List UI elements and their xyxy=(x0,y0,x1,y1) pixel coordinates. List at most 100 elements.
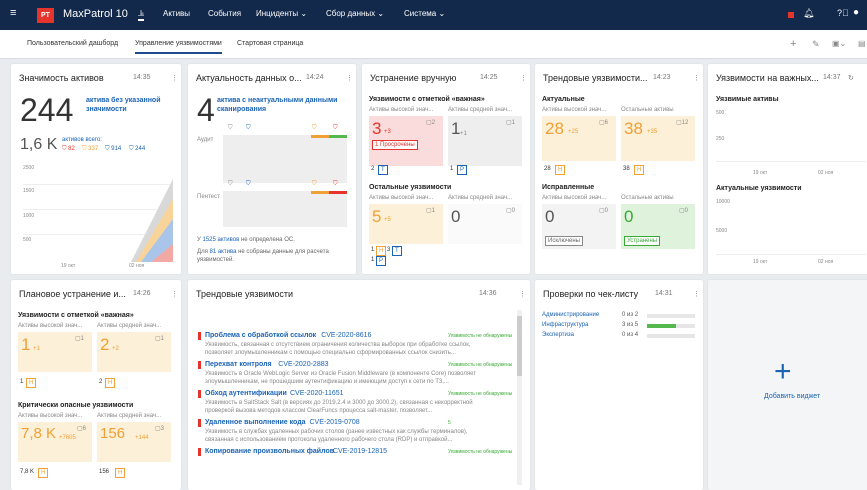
checklist-value: 3 из 5 xyxy=(622,322,639,328)
checklist-row[interactable]: Экспертиза 0 из 4 xyxy=(542,332,697,341)
total-assets: 1,6 K xyxy=(20,136,58,153)
widget-planned-remediation: Плановое устранение и... 14:26 ⋮ Уязвимо… xyxy=(11,280,181,490)
scrollbar[interactable] xyxy=(517,310,522,485)
menu-data-collection[interactable]: Сбор данных ⌄ xyxy=(326,9,384,18)
more-icon[interactable]: ⋮ xyxy=(171,290,178,298)
menu-incidents[interactable]: Инциденты ⌄ xyxy=(256,9,307,18)
vuln-status: Уязвимость не обнаружены xyxy=(448,449,513,455)
vuln-status: 5 xyxy=(448,420,451,426)
vuln-list-item[interactable]: Копирование произвольных файлов CVE-2019-… xyxy=(198,448,513,476)
menu-events[interactable]: События xyxy=(208,9,241,18)
more-icon[interactable]: ⋮ xyxy=(346,74,353,82)
bell-icon[interactable]: 🔔︎ xyxy=(803,8,814,19)
big-number: 4 xyxy=(197,92,215,128)
vuln-cve[interactable]: CVE-2019-12815 xyxy=(333,448,387,455)
high-count[interactable]: ⛉ 337 xyxy=(82,146,98,153)
widget-title: Значимость активов xyxy=(19,73,104,83)
severity-marker xyxy=(198,419,201,427)
alert-status-icon[interactable] xyxy=(788,12,794,18)
add-widget-label[interactable]: Добавить виджет xyxy=(764,393,820,400)
os-note: У 1525 активов не определена ОС. xyxy=(197,237,295,243)
app-name: MaxPatrol 10 xyxy=(63,8,128,20)
vuln-list-item[interactable]: Перехват контроля CVE-2020-2883 Уязвимость… xyxy=(198,361,513,389)
vuln-name[interactable]: Удаленное выполнение кода xyxy=(205,419,306,426)
add-widget-panel[interactable]: + Добавить виджет xyxy=(708,280,867,490)
severity-marker xyxy=(198,390,201,398)
dashboard-icon[interactable]: ⫡ xyxy=(138,8,145,21)
widget-checklist: Проверки по чек-листу 14:31 ⋮ Администри… xyxy=(535,280,703,490)
vuln-cve[interactable]: CVE-2019-0708 xyxy=(310,419,360,426)
tab-vulnerability-management[interactable]: Управление уязвимостями xyxy=(135,40,222,54)
medium-count[interactable]: ⛉ 914 xyxy=(105,146,121,153)
more-icon[interactable]: ▤ xyxy=(858,39,866,48)
checklist-name[interactable]: Администрирование xyxy=(542,312,599,318)
more-icon[interactable]: ⋮ xyxy=(520,74,527,82)
vuln-desc-2: связанная с использованием протокола уда… xyxy=(205,437,453,443)
tab-start-page[interactable]: Стартовая страница xyxy=(237,40,303,47)
checklist-value: 0 из 2 xyxy=(622,312,639,318)
widget-time: 14:37 xyxy=(823,74,841,81)
vuln-desc-1: Уязвимость, связанная с отсутствием огра… xyxy=(205,342,471,348)
more-icon[interactable]: ⋮ xyxy=(693,290,700,298)
vuln-cve[interactable]: CVE-2020-2883 xyxy=(278,361,328,368)
big-number-label[interactable]: актива без указанной xyxy=(86,97,161,104)
add-widget-plus-icon[interactable]: + xyxy=(774,355,792,389)
widget-title: Проверки по чек-листу xyxy=(543,289,639,299)
vuln-list-item[interactable]: Удаленное выполнение кода CVE-2019-0708 5 У… xyxy=(198,419,513,447)
help-icon[interactable]: ?⃝ xyxy=(837,8,849,18)
vuln-cve[interactable]: CVE-2020-11651 xyxy=(290,390,344,397)
vuln-desc-1: Уязвимость в Oracle WebLogic Server из O… xyxy=(205,371,476,377)
big-number-label-2[interactable]: сканирования xyxy=(217,106,266,113)
data-note: Для 81 актива не собраны данные для расч… xyxy=(197,249,329,255)
more-icon[interactable]: ⋮ xyxy=(171,74,178,82)
audit-label: Аудит xyxy=(197,137,214,143)
checklist-row[interactable]: Администрирование 0 из 2 xyxy=(542,312,697,321)
audit-heatmap xyxy=(223,135,347,183)
pt-logo: PT xyxy=(37,8,54,23)
critical-count[interactable]: ⛉ 82 xyxy=(62,146,75,153)
checklist-name[interactable]: Экспертиза xyxy=(542,332,574,338)
more-icon[interactable]: ⋮ xyxy=(519,290,526,298)
refresh-icon[interactable]: ↻ xyxy=(848,74,854,82)
vuln-list-item[interactable]: Проблема с обработкой ссылок CVE-2020-861… xyxy=(198,332,513,360)
widget-time: 14:35 xyxy=(133,74,151,81)
menu-system[interactable]: Система ⌄ xyxy=(404,9,445,18)
vuln-list-item[interactable]: Обход аутентификации CVE-2020-11651 Уязвим… xyxy=(198,390,513,418)
widget-manual-remediation: Устранение вручную 14:25 ⋮ Уязвимости с … xyxy=(362,64,530,274)
low-count[interactable]: ⛉ 244 xyxy=(129,146,145,153)
vuln-desc-2: позволяет злоумышленникам с помощью спец… xyxy=(205,350,456,356)
add-icon[interactable]: + xyxy=(790,38,796,50)
vuln-name[interactable]: Проблема с обработкой ссылок xyxy=(205,332,316,339)
menu-assets[interactable]: Активы xyxy=(163,9,190,18)
more-icon[interactable]: ⋮ xyxy=(693,74,700,82)
vuln-status: Уязвимость не обнаружены xyxy=(448,333,513,339)
big-number-label[interactable]: актива с неактуальными данными xyxy=(217,97,337,104)
edit-icon[interactable]: ✎ xyxy=(812,39,820,50)
big-number-label-2[interactable]: значимости xyxy=(86,106,127,113)
vuln-name[interactable]: Обход аутентификации xyxy=(205,390,287,397)
widget-time: 14:31 xyxy=(655,290,673,297)
user-icon[interactable]: ● xyxy=(853,7,859,18)
checklist-value: 0 из 4 xyxy=(622,332,639,338)
top-navigation-bar: ≡ PT MaxPatrol 10 ⫡ Активы События Инцид… xyxy=(0,0,867,30)
checklist-row[interactable]: Инфраструктура 3 из 5 xyxy=(542,322,697,331)
widget-asset-significance: Значимость активов 14:35 ⋮ 244 актива бе… xyxy=(11,64,181,274)
widget-title: Уязвимости на важных... xyxy=(716,73,819,83)
checklist-name[interactable]: Инфраструктура xyxy=(542,322,588,328)
widget-time: 14:36 xyxy=(479,290,497,297)
vuln-name[interactable]: Копирование произвольных файлов xyxy=(205,448,334,455)
vuln-desc-1: Уязвимость в SaltStack Salt (в версиях д… xyxy=(205,400,473,406)
hamburger-menu-icon[interactable]: ≡ xyxy=(10,7,16,19)
widget-title: Трендовые уязвимости xyxy=(196,289,294,299)
widget-title: Устранение вручную xyxy=(370,73,457,83)
widget-data-actuality: Актуальность данных о... 14:24 ⋮ 4 актив… xyxy=(188,64,356,274)
severity-marker xyxy=(198,332,201,340)
widget-time: 14:26 xyxy=(133,290,151,297)
tab-user-dashboard[interactable]: Пользовательский дашборд xyxy=(27,40,118,47)
vuln-cve[interactable]: CVE-2020-8616 xyxy=(321,332,371,339)
checklist-bar-fill xyxy=(647,324,676,328)
view-options-icon[interactable]: ▣⌄ xyxy=(832,39,846,48)
vuln-name[interactable]: Перехват контроля xyxy=(205,361,272,368)
widget-trending-vulns-list: Трендовые уязвимости 14:36 ⋮ Проблема с … xyxy=(188,280,530,490)
checklist-bar xyxy=(647,324,695,328)
